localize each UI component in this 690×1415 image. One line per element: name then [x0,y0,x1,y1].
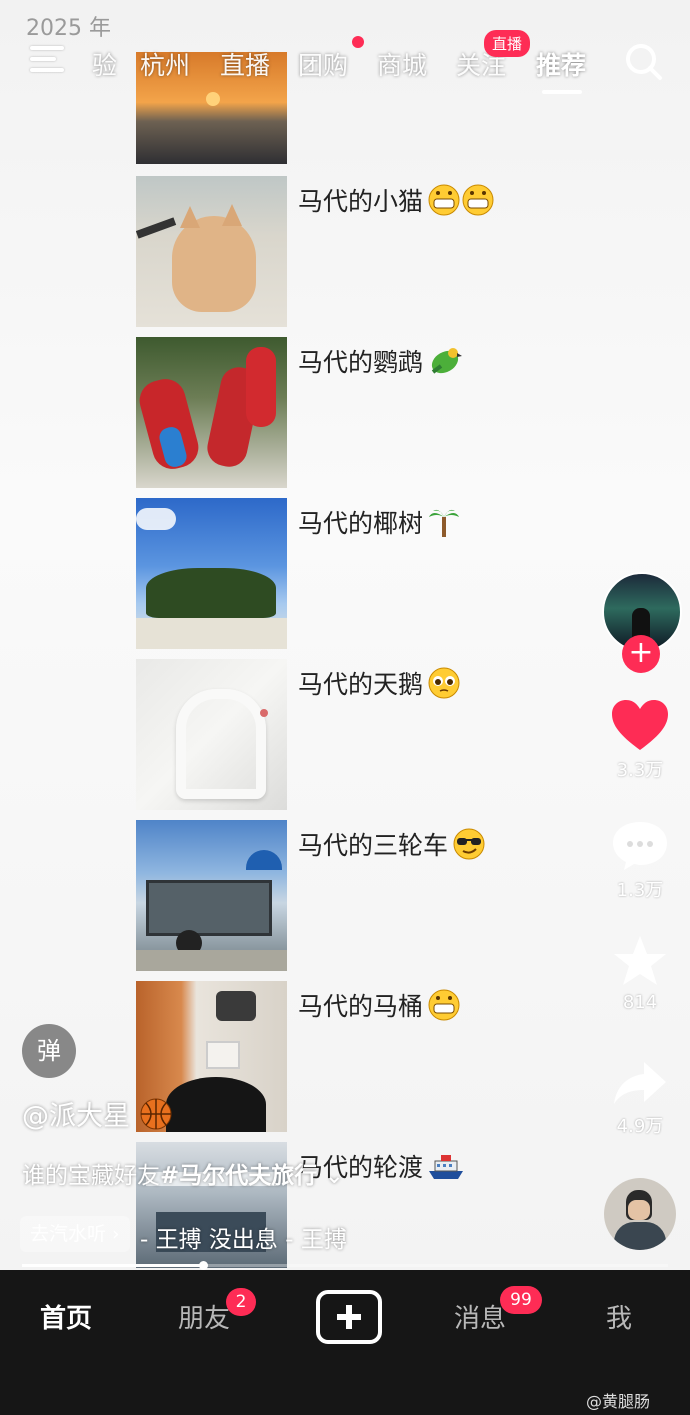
tab-partial[interactable]: 验 [92,46,117,82]
grin-emoji-icon [427,183,495,223]
caption-text: 马代的椰树 [298,509,424,538]
post-description: 谁的宝藏好友#马尔代夫旅行 ⌄ [22,1156,344,1190]
palm-photo [136,498,287,649]
palm-tree-emoji-icon [427,505,461,545]
tab-hangzhou[interactable]: 杭州 [140,46,190,82]
swan-photo [136,659,287,810]
create-post-button[interactable] [316,1290,382,1344]
tab-mall[interactable]: 商城 [377,46,427,82]
tricycle-photo [136,820,287,971]
share-count: 4.9万 [616,1116,664,1137]
post-content: 马代的小猫 马代的鹦鹉 马代的椰树 马代的天鹅 马代的三轮车 马代的马桶 马代的… [136,52,576,1270]
weibo-watermark: @黄腿肠 [586,1392,651,1411]
list-item: 马代的椰树 [136,498,576,659]
nav-messages[interactable]: 消息 [454,1298,506,1335]
search-icon[interactable] [624,42,664,82]
caption-text: 马代的小猫 [298,187,424,216]
comment-icon[interactable] [600,818,680,876]
nav-me[interactable]: 我 [606,1298,632,1335]
video-screen[interactable]: 2025 年 马代的小猫 马代的鹦鹉 马代的椰树 马代的天鹅 马代的三轮车 马代… [0,0,690,1270]
author-username[interactable]: @派大星 [22,1101,130,1132]
favorite-action[interactable]: 814 [600,934,680,1013]
like-action[interactable]: 3.3万 [600,698,680,782]
nav-friends[interactable]: 朋友 [178,1298,230,1335]
share-icon[interactable] [600,1058,680,1112]
messages-badge: 99 [500,1286,542,1314]
nav-home[interactable]: 首页 [40,1298,92,1335]
caption-text: 马代的马桶 [298,992,424,1021]
list-item: 马代的马桶 [136,981,576,1142]
progress-fill [22,1264,203,1267]
tab-live[interactable]: 直播 [220,46,270,82]
caption-text: 马代的天鹅 [298,670,424,699]
parrot-emoji-icon [427,344,463,384]
hashtag-link[interactable]: #马尔代夫旅行 [160,1163,317,1189]
parrot-photo [136,337,287,488]
music-title[interactable]: - 王搏 没出息 - 王搏 [140,1220,347,1254]
star-icon[interactable] [600,934,680,992]
comment-action[interactable]: 1.3万 [600,818,680,902]
grin-emoji-icon [427,988,461,1028]
tab-group-buy[interactable]: 团购 [298,46,348,82]
comment-count: 1.3万 [616,880,664,901]
friends-badge: 2 [226,1288,256,1316]
list-item: 马代的鹦鹉 [136,337,576,498]
description-text: 谁的宝藏好友 [22,1163,160,1189]
danmu-toggle-button[interactable]: 弹 [22,1024,76,1078]
share-action[interactable]: 4.9万 [600,1058,680,1138]
expand-description-icon[interactable]: ⌄ [325,1163,344,1189]
music-disc-avatar[interactable] [604,1178,676,1250]
group-buy-dot [352,36,364,48]
plus-icon [337,1305,361,1329]
sunglasses-face-emoji-icon [452,827,486,867]
cat-photo [136,176,287,327]
basketball-emoji-icon [139,1097,173,1138]
like-count: 3.3万 [616,760,664,781]
heart-icon[interactable] [600,698,680,756]
ship-emoji-icon [427,1149,465,1189]
tab-recommend[interactable]: 推荐 [536,46,586,82]
top-nav: 验 杭州 直播 团购 商城 关注 直播 推荐 [0,30,690,96]
follow-button[interactable]: + [622,635,660,673]
music-app-chip[interactable]: 去汽水听 › [20,1216,130,1252]
menu-icon[interactable] [30,46,64,74]
video-progress-bar[interactable] [22,1261,668,1270]
caption-text: 马代的三轮车 [298,831,449,860]
list-item: 马代的三轮车 [136,820,576,981]
favorite-count: 814 [622,992,658,1013]
active-tab-indicator [542,90,582,94]
live-badge: 直播 [484,30,531,57]
caption-text: 马代的鹦鹉 [298,348,424,377]
list-item: 马代的小猫 [136,176,576,337]
pleading-face-emoji-icon [427,666,461,706]
progress-knob[interactable] [198,1261,208,1270]
list-item: 马代的天鹅 [136,659,576,820]
